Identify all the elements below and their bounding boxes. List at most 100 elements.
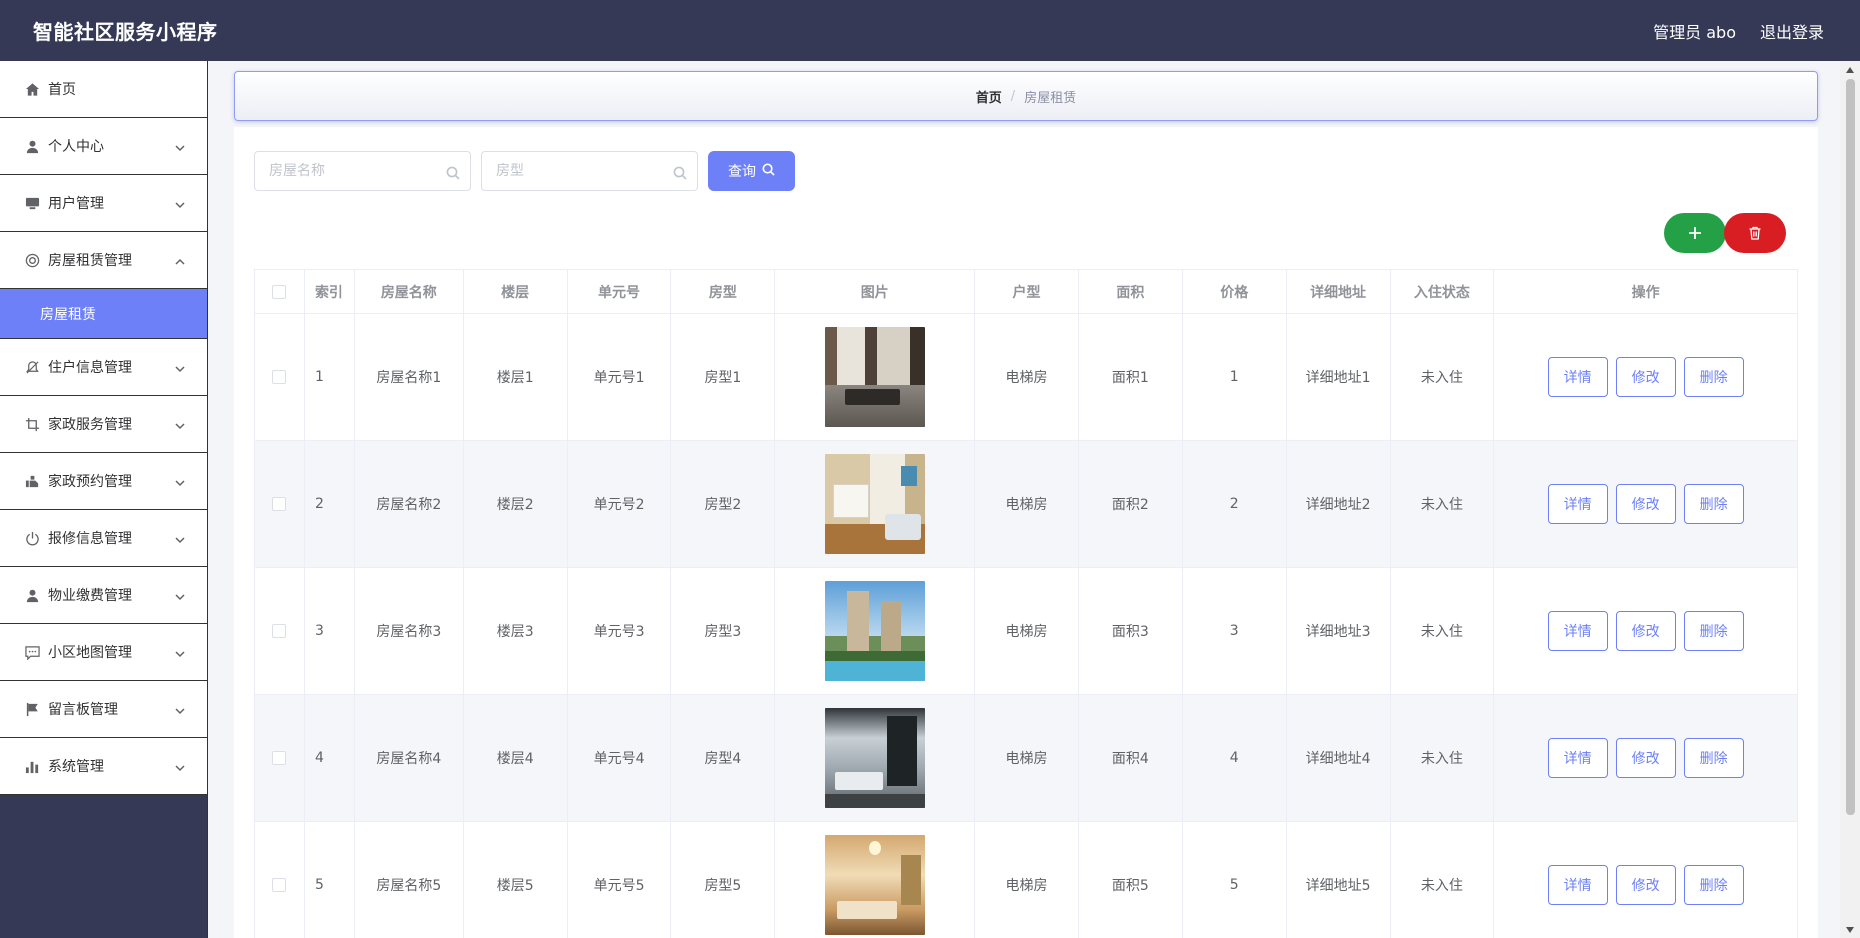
power-icon	[24, 530, 40, 546]
sidebar-item-label: 报修信息管理	[48, 531, 132, 547]
row-floor: 楼层3	[464, 568, 568, 694]
sidebar-item-label: 用户管理	[48, 196, 104, 212]
row-area: 面积5	[1079, 822, 1183, 938]
sidebar-item-system-management[interactable]: 系统管理	[0, 738, 207, 795]
row-status: 未入住	[1391, 568, 1495, 694]
table-header-row: 索引 房屋名称 楼层 单元号 房型 图片 户型 面积 价格 详细地址 入住状态 …	[255, 270, 1797, 314]
row-checkbox[interactable]	[272, 624, 287, 638]
row-checkbox[interactable]	[272, 751, 287, 765]
sidebar-item-home[interactable]: 首页	[0, 61, 207, 118]
sidebar-item-house-rental-management[interactable]: 房屋租赁管理	[0, 232, 207, 289]
top-navbar: 智能社区服务小程序 管理员 abo 退出登录	[0, 0, 1860, 61]
row-ops: 详情 修改 删除	[1494, 568, 1797, 694]
chevron-down-icon	[175, 590, 185, 601]
house-name-input[interactable]	[255, 152, 470, 190]
table-row: 4 房屋名称4 楼层4 单元号4 房型4 电梯房 面积4 4 详细地址4 未入住	[255, 695, 1797, 822]
delete-button[interactable]: 删除	[1683, 611, 1744, 651]
house-photo[interactable]	[824, 581, 925, 681]
sidebar-item-label: 个人中心	[48, 139, 104, 155]
search-bar: 查询	[254, 151, 795, 191]
sidebar-item-user-management[interactable]: 用户管理	[0, 175, 207, 232]
edit-button[interactable]: 修改	[1615, 738, 1676, 778]
add-button[interactable]	[1664, 213, 1726, 253]
row-checkbox-cell	[255, 441, 305, 567]
scroll-down-arrow-icon[interactable]	[1840, 921, 1860, 938]
row-checkbox[interactable]	[272, 497, 287, 511]
row-area: 面积2	[1079, 441, 1183, 567]
bar-chart-icon	[24, 758, 40, 774]
sidebar-item-repair-info-management[interactable]: 报修信息管理	[0, 510, 207, 567]
house-photo[interactable]	[824, 327, 925, 427]
detail-button[interactable]: 详情	[1547, 357, 1608, 397]
delete-button[interactable]: 删除	[1683, 738, 1744, 778]
row-ops: 详情 修改 删除	[1494, 695, 1797, 821]
delete-button[interactable]: 删除	[1683, 357, 1744, 397]
chevron-down-icon	[175, 362, 185, 373]
sidebar-item-label: 小区地图管理	[48, 645, 132, 661]
trash-icon	[1749, 226, 1761, 240]
row-price: 1	[1183, 314, 1287, 440]
mute-bell-icon	[24, 359, 40, 375]
edit-button[interactable]: 修改	[1615, 865, 1676, 905]
batch-delete-button[interactable]	[1724, 213, 1786, 253]
delete-button[interactable]: 删除	[1683, 484, 1744, 524]
row-name: 房屋名称2	[355, 441, 464, 567]
row-checkbox[interactable]	[272, 370, 287, 384]
sidebar: 首页 个人中心 用户管理 房屋租赁管理 房屋租赁 住户信息管理 家政服务管理 家…	[0, 61, 208, 938]
vertical-scrollbar[interactable]	[1840, 61, 1860, 938]
breadcrumb-home[interactable]: 首页	[976, 87, 1002, 106]
edit-button[interactable]: 修改	[1615, 611, 1676, 651]
sidebar-item-resident-info-management[interactable]: 住户信息管理	[0, 339, 207, 396]
row-status: 未入住	[1391, 314, 1495, 440]
hand-icon	[24, 473, 40, 489]
house-type-search-field[interactable]	[481, 151, 698, 191]
house-name-search-field[interactable]	[254, 151, 471, 191]
delete-button[interactable]: 删除	[1683, 865, 1744, 905]
row-image-cell	[775, 695, 976, 821]
query-button-label: 查询	[728, 164, 756, 180]
content-panel: 查询 索引 房屋名称 楼层 单元号 房型 图片 户型 面积	[234, 127, 1818, 938]
search-icon	[673, 165, 687, 180]
user-icon	[24, 587, 40, 603]
row-image-cell	[775, 441, 976, 567]
sidebar-item-community-map-management[interactable]: 小区地图管理	[0, 624, 207, 681]
row-floor: 楼层4	[464, 695, 568, 821]
row-unit: 单元号1	[568, 314, 672, 440]
sidebar-item-housekeeping-service-management[interactable]: 家政服务管理	[0, 396, 207, 453]
scrollbar-thumb[interactable]	[1846, 79, 1855, 815]
sidebar-item-property-fee-management[interactable]: 物业缴费管理	[0, 567, 207, 624]
search-icon	[762, 162, 775, 180]
chevron-down-icon	[175, 533, 185, 544]
edit-button[interactable]: 修改	[1615, 484, 1676, 524]
house-type-input[interactable]	[482, 152, 697, 190]
detail-button[interactable]: 详情	[1547, 738, 1608, 778]
header-index: 索引	[305, 270, 355, 313]
bulk-actions	[1664, 213, 1786, 253]
query-button[interactable]: 查询	[708, 151, 795, 191]
sidebar-item-personal-center[interactable]: 个人中心	[0, 118, 207, 175]
detail-button[interactable]: 详情	[1547, 865, 1608, 905]
chevron-down-icon	[175, 647, 185, 658]
scroll-up-arrow-icon[interactable]	[1840, 61, 1860, 78]
detail-button[interactable]: 详情	[1547, 484, 1608, 524]
row-checkbox-cell	[255, 314, 305, 440]
chevron-down-icon	[175, 141, 185, 152]
logout-button[interactable]: 退出登录	[1760, 19, 1824, 43]
detail-button[interactable]: 详情	[1547, 611, 1608, 651]
sidebar-subitem-house-rental[interactable]: 房屋租赁	[0, 289, 207, 339]
row-type: 房型4	[671, 695, 776, 821]
house-photo[interactable]	[824, 835, 925, 935]
sidebar-item-housekeeping-booking-management[interactable]: 家政预约管理	[0, 453, 207, 510]
edit-button[interactable]: 修改	[1615, 357, 1676, 397]
crop-icon	[24, 416, 40, 432]
row-ops: 详情 修改 删除	[1494, 314, 1797, 440]
flag-icon	[24, 701, 40, 717]
sidebar-item-message-board-management[interactable]: 留言板管理	[0, 681, 207, 738]
sidebar-item-label: 房屋租赁管理	[48, 253, 132, 269]
row-index: 1	[305, 314, 355, 440]
row-checkbox[interactable]	[272, 878, 287, 892]
house-photo[interactable]	[824, 708, 925, 808]
select-all-checkbox[interactable]	[272, 284, 287, 299]
row-area: 面积3	[1079, 568, 1183, 694]
house-photo[interactable]	[824, 454, 925, 554]
